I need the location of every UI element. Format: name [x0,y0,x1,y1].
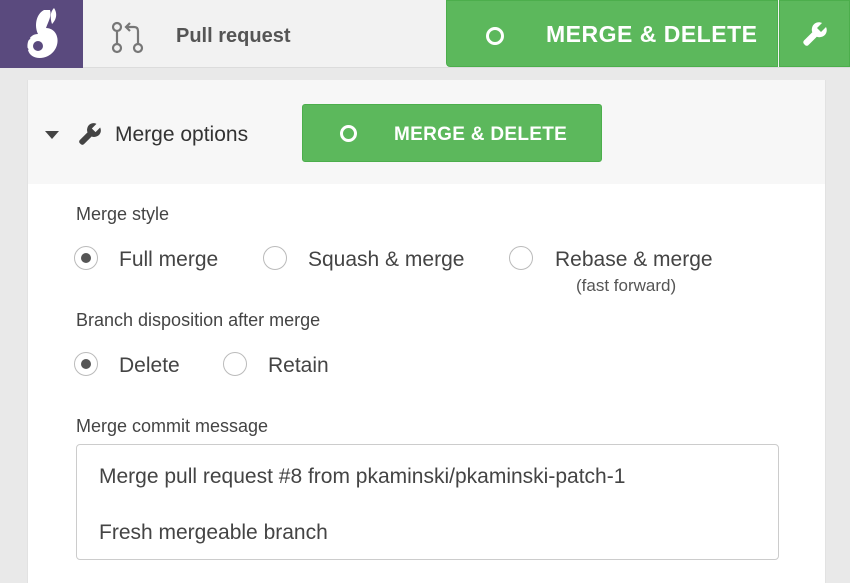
radio-retain-branch[interactable] [223,352,247,376]
merge-settings-button[interactable] [779,0,850,67]
merge-button-label: MERGE & DELETE [546,21,758,47]
radio-retain-branch-label[interactable]: Retain [268,354,329,378]
radio-full-merge-label[interactable]: Full merge [119,248,218,272]
wrench-icon [802,21,827,46]
rabbit-logo-icon [24,8,58,58]
radio-delete-branch-label[interactable]: Delete [119,354,180,378]
merge-status-circle-icon [486,27,504,45]
commit-message-textarea[interactable]: Merge pull request #8 from pkaminski/pka… [76,444,779,560]
merge-status-circle-icon [340,125,357,142]
merge-options-title[interactable]: Merge options [115,123,248,147]
radio-squash-merge-label[interactable]: Squash & merge [308,248,464,272]
pull-request-icon [109,19,145,55]
top-bar: Pull request MERGE & DELETE [0,0,850,68]
radio-delete-branch[interactable] [74,352,98,376]
commit-message-label: Merge commit message [76,416,269,436]
merge-style-label: Merge style [76,204,170,224]
branch-disposition-label: Branch disposition after merge [76,310,321,330]
app-logo[interactable] [0,0,83,68]
radio-full-merge[interactable] [74,246,98,270]
merge-button-label: MERGE & DELETE [394,124,568,145]
page-title: Pull request [176,25,291,47]
merge-options-panel: Merge options MERGE & DELETE Merge style… [27,80,826,583]
radio-rebase-merge[interactable] [509,246,533,270]
collapse-caret-icon[interactable] [45,131,59,139]
merge-options-header: Merge options MERGE & DELETE [28,80,825,184]
radio-rebase-merge-label[interactable]: Rebase & merge [555,248,713,272]
panel-merge-and-delete-button[interactable]: MERGE & DELETE [302,104,602,162]
merge-and-delete-button[interactable]: MERGE & DELETE [446,0,778,67]
radio-squash-merge[interactable] [263,246,287,270]
wrench-icon [78,122,102,146]
radio-rebase-merge-sublabel: (fast forward) [576,276,677,295]
